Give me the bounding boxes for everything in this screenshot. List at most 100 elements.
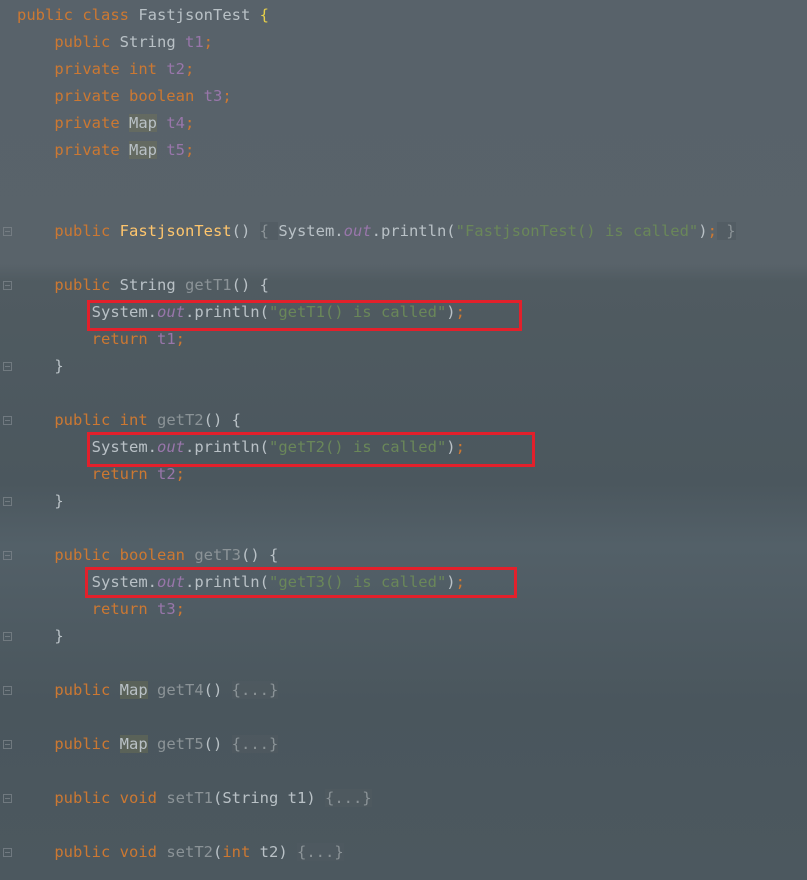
code-line[interactable]: public boolean getT3() { [17,542,278,569]
code-token: {...} [324,789,372,807]
code-token: private [17,87,129,105]
code-line[interactable]: private Map t4; [17,110,194,137]
code-token: return [17,600,157,618]
highlight-box-getT3 [85,567,517,598]
code-line[interactable]: private Map t5; [17,137,194,164]
code-token: } [17,357,64,375]
fold-marker-icon[interactable] [3,497,12,506]
code-token: int [119,411,157,429]
code-token: } [17,627,64,645]
code-token: out [343,222,372,240]
code-token: t1 [184,33,204,51]
code-token: t2 [156,465,176,483]
code-line[interactable]: } [17,623,64,650]
code-token: t3 [203,87,223,105]
code-line[interactable]: public Map getT5() {...} [17,731,279,758]
code-token: Map [128,141,157,159]
code-token: () [231,222,260,240]
code-token: public [17,6,83,24]
code-token: boolean [119,546,195,564]
code-token: () [203,681,232,699]
code-token: public [17,735,120,753]
code-token: public [17,33,120,51]
code-token: ; [184,60,195,78]
code-token: FastjsonTest [138,6,260,24]
code-token: Map [128,114,157,132]
code-token: { [259,6,269,24]
highlight-box-getT1 [87,300,522,331]
code-token: () { [231,276,269,294]
code-token: {...} [231,735,279,753]
code-token: ; [185,114,195,132]
code-token: public [17,843,120,861]
code-line[interactable]: public String t1; [17,29,213,56]
code-token: boolean [128,87,204,105]
highlight-box-getT2 [87,432,535,467]
code-token: public [17,681,120,699]
code-line[interactable]: public class FastjsonTest { [17,2,269,29]
code-token: getT5 [157,735,204,753]
code-line[interactable]: public void setT1(String t1) {...} [17,785,372,812]
code-token: return [17,330,157,348]
code-token: t2 [166,60,185,78]
code-line[interactable]: public Map getT4() {...} [17,677,279,704]
code-token: setT2 [166,843,213,861]
fold-marker-icon[interactable] [3,740,12,749]
code-line[interactable]: } [17,353,64,380]
code-token: class [82,6,139,24]
code-token: () [203,735,232,753]
fold-marker-icon[interactable] [3,794,12,803]
fold-marker-icon[interactable] [3,686,12,695]
code-line[interactable]: } [17,488,64,515]
code-token: t4 [166,114,185,132]
code-token: "FastjsonTest() is called" [455,222,699,240]
fold-marker-icon[interactable] [3,848,12,857]
code-line[interactable]: return t3; [17,596,185,623]
code-token: t1 [156,330,176,348]
code-line[interactable]: public FastjsonTest() { System.out.print… [17,218,736,245]
code-token: {...} [231,681,279,699]
code-token: Map [119,681,148,699]
code-line[interactable]: public void setT2(int t2) {...} [17,839,344,866]
code-line[interactable]: public int getT2() { [17,407,241,434]
code-token: void [119,843,167,861]
code-token: getT1 [184,276,232,294]
code-token: t2) [259,843,297,861]
code-token: { [259,222,279,240]
code-line[interactable]: private boolean t3; [17,83,232,110]
code-token: System. [278,222,344,240]
code-token: } [17,492,64,510]
code-token: ; [175,465,185,483]
code-token: private [17,141,129,159]
code-line[interactable]: public String getT1() { [17,272,269,299]
code-token: public [17,222,120,240]
code-token: getT4 [157,681,204,699]
code-token: getT2 [156,411,204,429]
code-token: ; [203,33,213,51]
fold-marker-icon[interactable] [3,551,12,560]
code-token: setT1 [166,789,213,807]
code-token: ; [185,141,195,159]
code-token: ; [222,87,232,105]
code-line[interactable]: private int t2; [17,56,194,83]
code-token: ; [175,600,185,618]
code-token: public [17,276,120,294]
code-token: ( [213,843,223,861]
code-token: getT3 [194,546,241,564]
fold-marker-icon[interactable] [3,362,12,371]
fold-marker-icon[interactable] [3,227,12,236]
code-token: return [17,465,157,483]
code-token: {...} [297,843,344,861]
code-token: Map [119,735,148,753]
fold-marker-icon[interactable] [3,632,12,641]
code-token: (String t1) [213,789,325,807]
fold-marker-icon[interactable] [3,281,12,290]
code-token: String [119,276,185,294]
code-token: () { [203,411,241,429]
fold-marker-icon[interactable] [3,416,12,425]
code-token: ) [698,222,708,240]
code-token: FastjsonTest [119,222,232,240]
